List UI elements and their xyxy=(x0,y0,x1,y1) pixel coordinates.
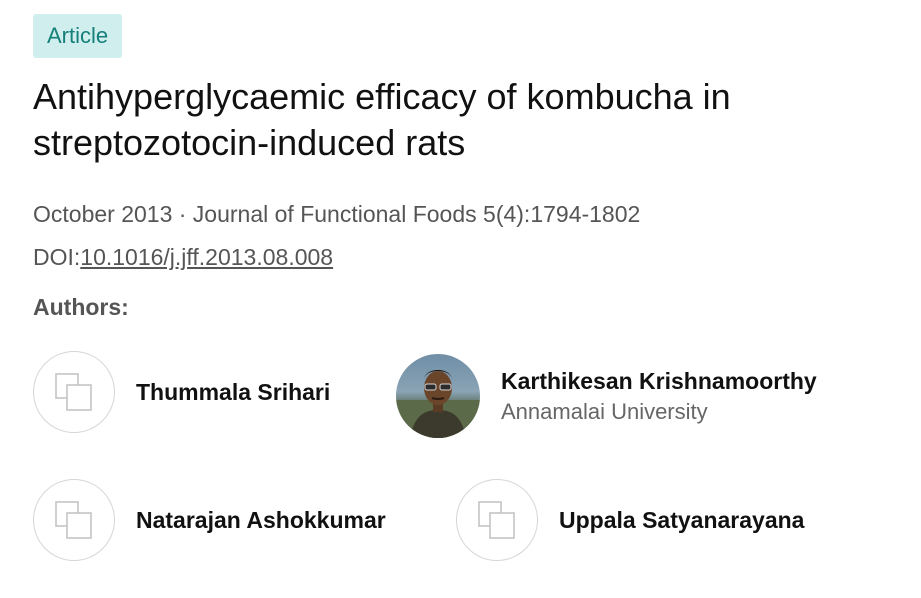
doi-label: DOI: xyxy=(33,244,81,270)
avatar[interactable] xyxy=(456,479,538,561)
author-name[interactable]: Thummala Srihari xyxy=(136,379,330,406)
author-card[interactable]: Karthikesan Krishnamoorthy Annamalai Uni… xyxy=(396,354,817,438)
author-name[interactable]: Uppala Satyanarayana xyxy=(559,507,804,534)
author-photo xyxy=(396,354,480,438)
authors-heading: Authors: xyxy=(33,294,129,320)
author-card[interactable]: Uppala Satyanarayana xyxy=(456,479,804,561)
author-text: Karthikesan Krishnamoorthy Annamalai Uni… xyxy=(501,368,817,425)
author-text: Uppala Satyanarayana xyxy=(559,507,804,534)
avatar[interactable] xyxy=(33,351,115,433)
doi-link[interactable]: 10.1016/j.jff.2013.08.008 xyxy=(80,244,333,270)
author-affiliation[interactable]: Annamalai University xyxy=(501,399,817,425)
doi-line: DOI:10.1016/j.jff.2013.08.008 xyxy=(33,244,333,271)
avatar[interactable] xyxy=(396,354,480,438)
author-card[interactable]: Thummala Srihari xyxy=(33,351,330,433)
author-name[interactable]: Natarajan Ashokkumar xyxy=(136,507,386,534)
author-card[interactable]: Natarajan Ashokkumar xyxy=(33,479,386,561)
page-title: Antihyperglycaemic efficacy of kombucha … xyxy=(33,76,731,163)
person-placeholder-icon xyxy=(55,373,92,411)
author-text: Natarajan Ashokkumar xyxy=(136,507,386,534)
article-type-badge: Article xyxy=(33,14,123,58)
person-placeholder-icon xyxy=(478,501,515,539)
avatar[interactable] xyxy=(33,479,115,561)
person-placeholder-icon xyxy=(55,501,92,539)
author-name[interactable]: Karthikesan Krishnamoorthy xyxy=(501,368,817,395)
publication-meta: October 2013 · Journal of Functional Foo… xyxy=(33,201,641,227)
author-text: Thummala Srihari xyxy=(136,379,330,406)
